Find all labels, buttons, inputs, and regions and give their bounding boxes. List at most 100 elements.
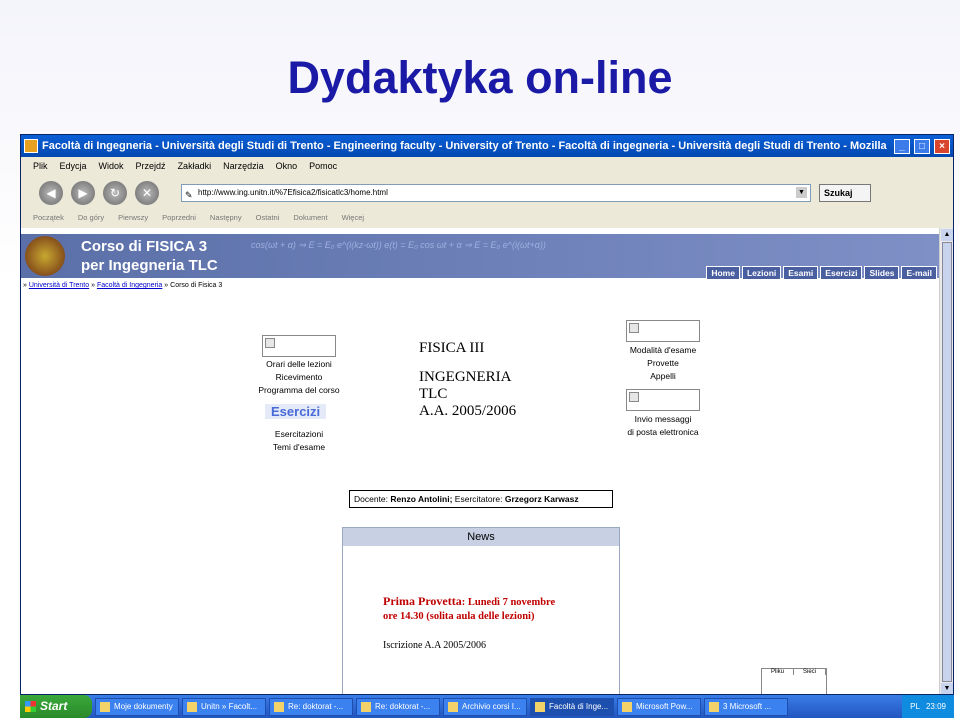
news-header: News [343,528,619,546]
tab-esami[interactable]: Esami [783,266,819,280]
task-moje-dokumenty[interactable]: Moje dokumenty [95,697,179,716]
site-tabs: Home Lezioni Esami Esercizi Slides E-mai… [706,266,937,280]
university-logo [25,236,65,276]
link-invio[interactable]: Invio messaggi [611,413,715,426]
address-bar[interactable]: ✎ http://www.ing.unitn.it/%7Efisica2/fis… [181,184,811,202]
menu-pomoc[interactable]: Pomoc [309,161,337,171]
course-name: Corso di FISICA 3 per Ingegneria TLC [81,237,218,275]
page-icon: ✎ [185,190,193,200]
close-button[interactable]: × [934,138,950,154]
menu-edycja[interactable]: Edycja [60,161,87,171]
task-re-doktorat-2[interactable]: Re: doktorat -... [356,697,440,716]
menu-przejdz[interactable]: Przejdź [136,161,166,171]
scroll-up-icon[interactable]: ▲ [941,229,953,241]
nav-nastepny[interactable]: Następny [210,213,242,222]
menu-narzedzia[interactable]: Narzędzia [223,161,264,171]
nav-pierwszy[interactable]: Pierwszy [118,213,148,222]
menu-widok[interactable]: Widok [99,161,124,171]
esercitatore-label: Esercitatore: [454,494,503,504]
browser-window: Facoltà di Ingegneria - Università degli… [20,134,954,695]
mini-col-pliku: Pliku [762,669,794,675]
clock: 23:09 [925,702,946,711]
nav-wiecej[interactable]: Więcej [342,213,365,222]
tab-esercizi[interactable]: Esercizi [820,266,863,280]
heading-ingegneria: INGEGNERIA [419,369,512,385]
link-posta[interactable]: di posta elettronica [611,426,715,439]
broken-image-icon [262,335,336,357]
search-button[interactable]: Szukaj [819,184,871,202]
stop-icon[interactable]: ✕ [135,181,159,205]
taskbar: Start Moje dokumenty Unitn » Facolt... R… [20,695,954,718]
task-unitn[interactable]: Unitn » Facolt... [182,697,266,716]
mozilla-icon [24,139,38,153]
docente-name: Renzo Antolini; [390,494,453,504]
nav-poczatek[interactable]: Początek [33,213,64,222]
link-programma[interactable]: Programma del corso [247,384,351,397]
tab-email[interactable]: E-mail [901,266,937,280]
task-re-doktorat-1[interactable]: Re: doktorat -... [269,697,353,716]
esercizi-button[interactable]: Esercizi [265,404,327,419]
maximize-button[interactable]: □ [914,138,930,154]
news-provetta[interactable]: Prima Provetta: Lunedì 7 novembre ore 14… [383,594,555,624]
heading-fisica: FISICA III [419,340,485,356]
news-iscrizione[interactable]: Iscrizione A.A 2005/2006 [383,640,486,651]
tab-home[interactable]: Home [706,266,740,280]
scroll-down-icon[interactable]: ▼ [941,683,953,694]
left-links: Orari delle lezioni Ricevimento Programm… [247,358,351,397]
link-orari[interactable]: Orari delle lezioni [247,358,351,371]
right-links: Modalità d'esame Provette Appelli [611,344,715,383]
chevron-down-icon[interactable]: ▼ [796,187,807,198]
menu-zakladki[interactable]: Zakładki [178,161,212,171]
minimize-button[interactable]: _ [894,138,910,154]
forward-icon[interactable]: ▶ [71,181,95,205]
heading-aa: A.A. 2005/2006 [419,403,517,419]
nav-dokument[interactable]: Dokument [293,213,327,222]
link-ricevimento[interactable]: Ricevimento [247,371,351,384]
nav-poprzedni[interactable]: Poprzedni [162,213,196,222]
nav-ostatni[interactable]: Ostatni [256,213,280,222]
nav-do-gory[interactable]: Do góry [78,213,104,222]
link-esercitazioni[interactable]: Esercitazioni [247,428,351,441]
web-page: Corso di FISICA 3 per Ingegneria TLC cos… [21,228,941,694]
back-icon[interactable]: ◀ [39,181,63,205]
vertical-scrollbar[interactable]: ▲ ▼ [939,228,953,694]
news-panel: News Prima Provetta: Lunedì 7 novembre o… [342,527,620,694]
broken-image-icon [626,389,700,411]
broken-image-icon [626,320,700,342]
menu-plik[interactable]: Plik [33,161,48,171]
task-microsoft-group[interactable]: 3 Microsoft ... [704,697,788,716]
course-line1: Corso di FISICA 3 [81,238,208,255]
breadcrumb: » Università di Trento » Facoltà di Inge… [23,282,223,289]
reload-icon[interactable]: ↻ [103,181,127,205]
esercitatore-name: Grzegorz Karwasz [504,494,579,504]
heading-tlc: TLC [419,386,448,402]
tab-slides[interactable]: Slides [864,266,900,280]
course-heading: FISICA III INGEGNERIA TLC A.A. 2005/2006 [419,340,516,420]
breadcrumb-universita[interactable]: Università di Trento [29,282,89,289]
task-powerpoint[interactable]: Microsoft Pow... [617,697,701,716]
scroll-thumb[interactable] [942,242,952,682]
docente-box: Docente: Renzo Antolini; Esercitatore: G… [349,490,613,508]
mini-col-sieci: Sieci [794,669,826,675]
breadcrumb-facolta[interactable]: Facoltà di Ingegneria [97,282,162,289]
url-text: http://www.ing.unitn.it/%7Efisica2/fisic… [198,188,388,197]
right-links-lower: Invio messaggi di posta elettronica [611,413,715,439]
link-appelli[interactable]: Appelli [611,370,715,383]
task-facolta[interactable]: Facoltà di Inge... [530,697,614,716]
task-archivio[interactable]: Archivio corsi I... [443,697,527,716]
navigation-toolbar: ◀ ▶ ↻ ✕ ✎ http://www.ing.unitn.it/%7Efis… [21,175,953,211]
site-navigation-bar: Początek Do góry Pierwszy Poprzedni Nast… [21,211,953,223]
link-temi-esame[interactable]: Temi d'esame [247,441,351,454]
start-button[interactable]: Start [20,695,92,718]
link-provette[interactable]: Provette [611,357,715,370]
banner-formula: cos(ωt + α) ⇒ E = E₀ e^(i(kz-ωt)) e(t) =… [251,240,546,250]
status-mini-panel: Pliku Sieci [761,668,827,694]
menu-okno[interactable]: Okno [276,161,298,171]
title-bar[interactable]: Facoltà di Ingegneria - Università degli… [21,135,953,157]
tab-lezioni[interactable]: Lezioni [741,266,782,280]
docente-label: Docente: [354,494,389,504]
left-links-lower: Esercitazioni Temi d'esame [247,428,351,454]
link-modalita[interactable]: Modalità d'esame [611,344,715,357]
language-indicator[interactable]: PL [910,695,920,718]
breadcrumb-current: Corso di Fisica 3 [170,282,223,289]
